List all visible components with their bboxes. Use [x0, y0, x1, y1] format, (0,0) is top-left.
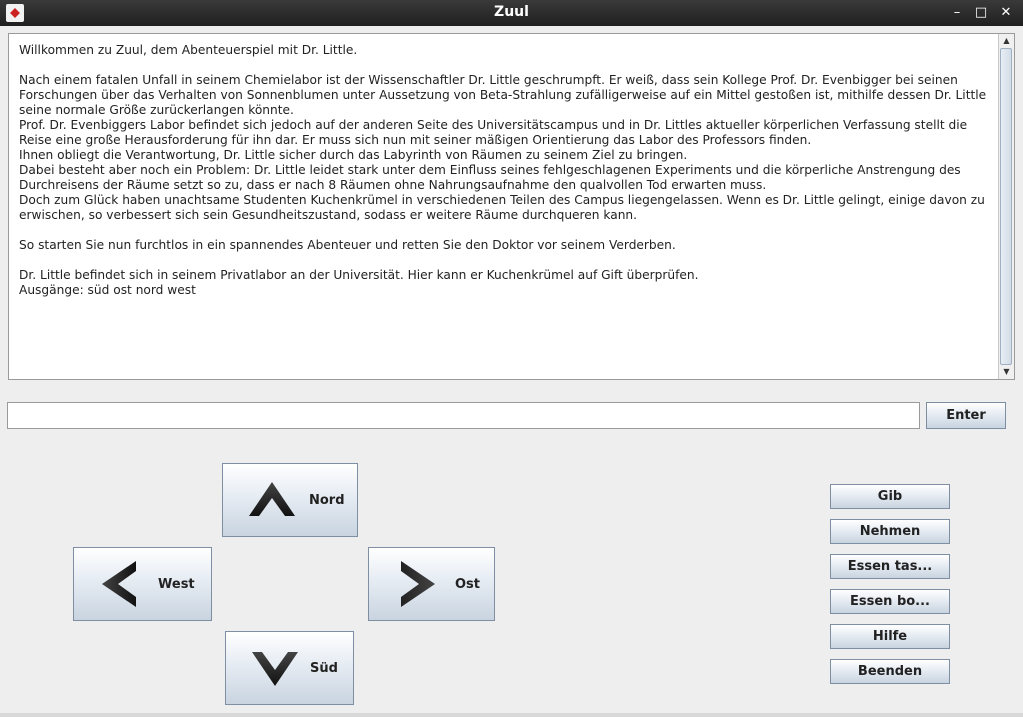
- west-label: West: [158, 576, 195, 592]
- scrollbar-thumb[interactable]: [1000, 48, 1012, 365]
- window-bottom-border: [0, 713, 1023, 717]
- command-input[interactable]: [7, 402, 920, 429]
- east-button[interactable]: Ost: [368, 547, 495, 621]
- essen-boden-button[interactable]: Essen bo...: [830, 589, 950, 614]
- nehmen-button[interactable]: Nehmen: [830, 519, 950, 544]
- north-button[interactable]: Nord: [222, 463, 358, 537]
- essen-tasche-button[interactable]: Essen tas...: [830, 554, 950, 579]
- minimize-button[interactable]: –: [947, 3, 967, 23]
- beenden-button[interactable]: Beenden: [830, 659, 950, 684]
- south-button[interactable]: Süd: [225, 631, 354, 705]
- arrow-down-icon: [252, 652, 298, 686]
- hilfe-button[interactable]: Hilfe: [830, 624, 950, 649]
- gib-button[interactable]: Gib: [830, 484, 950, 509]
- output-text: Willkommen zu Zuul, dem Abenteuerspiel m…: [19, 43, 987, 297]
- maximize-button[interactable]: □: [971, 3, 991, 23]
- east-label: Ost: [455, 576, 481, 592]
- scroll-up-icon[interactable]: ▲: [999, 34, 1014, 48]
- title-bar: Zuul – □ ✕: [0, 0, 1023, 26]
- vertical-scrollbar[interactable]: ▲ ▼: [998, 34, 1014, 379]
- arrow-left-icon: [102, 561, 136, 607]
- arrow-right-icon: [401, 561, 435, 607]
- close-button[interactable]: ✕: [996, 3, 1016, 23]
- window-title: Zuul: [494, 4, 529, 20]
- scroll-down-icon[interactable]: ▼: [999, 365, 1014, 379]
- south-label: Süd: [310, 660, 338, 676]
- west-button[interactable]: West: [73, 547, 212, 621]
- north-label: Nord: [309, 492, 345, 508]
- arrow-up-icon: [249, 482, 295, 516]
- output-textarea[interactable]: Willkommen zu Zuul, dem Abenteuerspiel m…: [8, 33, 1015, 380]
- enter-button[interactable]: Enter: [926, 402, 1006, 429]
